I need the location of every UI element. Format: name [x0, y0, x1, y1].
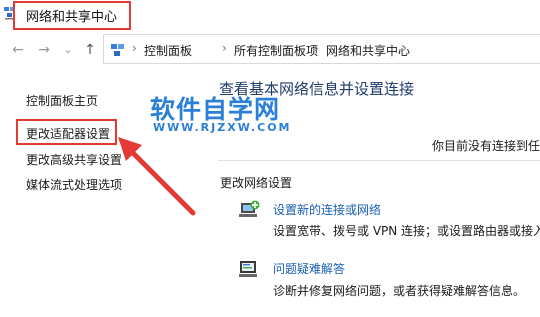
troubleshoot-link[interactable]: 问题疑难解答 — [273, 260, 345, 277]
no-connection-text: 你目前没有连接到任 — [432, 139, 540, 153]
breadcrumb-separator: › — [402, 41, 407, 55]
breadcrumb-all-items[interactable]: 所有控制面板项 — [234, 42, 318, 59]
sidebar-item-change-adapter-settings[interactable]: 更改适配器设置 — [26, 125, 110, 142]
breadcrumb-separator: › — [222, 41, 227, 55]
troubleshoot-desc: 诊断并修复网络问题，或者获得疑难解答信息。 — [273, 284, 526, 298]
control-panel-icon — [111, 44, 124, 56]
sidebar-item-media-streaming[interactable]: 媒体流式处理选项 — [26, 176, 122, 193]
watermark-url: WWW.RJZXW.COM — [153, 121, 292, 134]
setup-new-connection-link[interactable]: 设置新的连接或网络 — [273, 201, 381, 218]
sidebar-item-advanced-sharing[interactable]: 更改高级共享设置 — [26, 151, 122, 168]
back-arrow-icon[interactable]: ← — [8, 40, 28, 60]
address-bar[interactable]: › 控制面板 › 所有控制面板项 › 网络和共享中心 › — [103, 34, 540, 64]
recent-locations-chevron-icon[interactable]: ⌄ — [58, 40, 78, 60]
sidebar-item-control-panel-home[interactable]: 控制面板主页 — [26, 92, 98, 109]
divider — [218, 160, 540, 161]
setup-new-connection-desc: 设置宽带、拨号或 VPN 连接；或设置路由器或接入 — [273, 224, 540, 238]
forward-arrow-icon[interactable]: → — [34, 40, 54, 60]
up-arrow-icon[interactable]: ↑ — [80, 40, 100, 60]
title-bar: 网络和共享中心 — [0, 0, 540, 30]
section-title: 更改网络设置 — [220, 176, 293, 190]
new-connection-icon — [239, 200, 260, 217]
breadcrumb-network-center[interactable]: 网络和共享中心 — [326, 42, 410, 59]
window-title: 网络和共享中心 — [26, 10, 118, 25]
breadcrumb-separator: › — [132, 41, 137, 55]
troubleshoot-icon — [239, 261, 257, 277]
breadcrumb-separator: › — [314, 41, 319, 55]
breadcrumb-control-panel[interactable]: 控制面板 — [144, 42, 192, 59]
navigation-bar: ← → ⌄ ↑ › 控制面板 › 所有控制面板项 › 网络和共享中心 › — [0, 30, 540, 70]
